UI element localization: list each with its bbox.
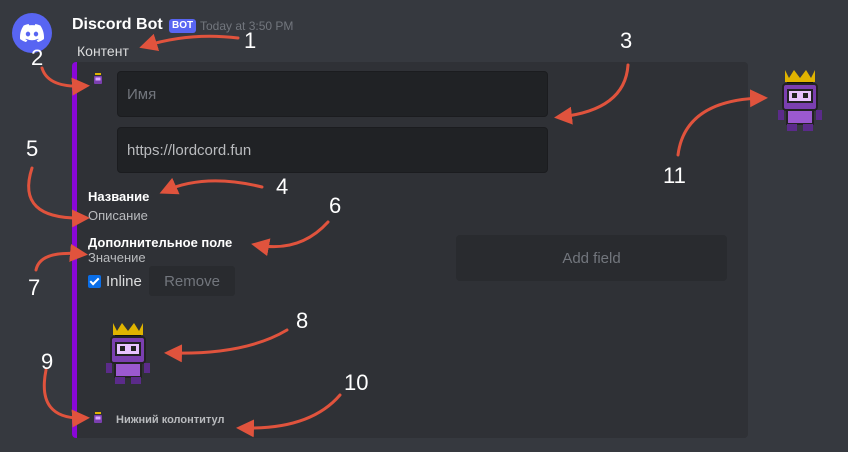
embed-color-bar[interactable] <box>72 62 77 438</box>
inline-label: Inline <box>106 273 142 290</box>
arrow-1 <box>139 33 240 52</box>
footer-robot-icon <box>94 412 102 423</box>
annotation-9: 9 <box>41 349 54 374</box>
embed-thumbnail-robot-icon[interactable] <box>775 68 825 132</box>
annotation-10: 10 <box>344 370 369 395</box>
discord-logo-icon <box>20 24 44 42</box>
bot-tag: BOT <box>169 19 197 33</box>
inline-toggle[interactable]: Inline <box>88 273 142 290</box>
annotation-1: 1 <box>244 28 257 53</box>
message-content: Контент <box>77 43 129 59</box>
inline-checkbox[interactable] <box>88 275 101 288</box>
embed-title[interactable]: Название <box>88 189 149 204</box>
annotation-2: 2 <box>31 45 44 70</box>
author-url-input[interactable]: https://lordcord.fun <box>117 127 548 173</box>
annotation-6: 6 <box>329 193 342 218</box>
embed-footer-text[interactable]: Нижний колонтитул <box>116 414 225 426</box>
annotation-5: 5 <box>26 136 39 161</box>
author-name-input[interactable]: Имя <box>117 71 548 117</box>
author-robot-icon <box>94 73 102 84</box>
annotation-4: 4 <box>276 174 289 199</box>
embed-image-robot-icon[interactable] <box>103 321 153 385</box>
annotation-3: 3 <box>620 28 633 53</box>
annotation-8: 8 <box>296 308 309 333</box>
field-name[interactable]: Дополнительное поле <box>88 235 232 250</box>
annotation-11: 11 <box>663 163 686 188</box>
embed-description[interactable]: Описание <box>88 208 148 223</box>
add-field-button[interactable]: Add field <box>456 235 727 281</box>
annotation-7: 7 <box>28 275 41 300</box>
remove-field-button[interactable]: Remove <box>149 266 235 296</box>
field-value[interactable]: Значение <box>88 250 146 265</box>
bot-username[interactable]: Discord Bot <box>72 16 163 34</box>
